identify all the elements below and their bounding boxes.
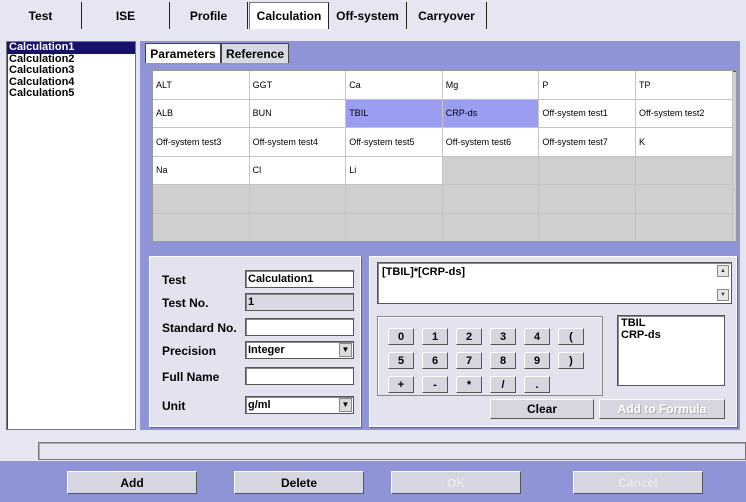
parameter-cell (636, 156, 733, 185)
clear-button[interactable]: Clear (490, 399, 594, 419)
list-item[interactable]: Calculation1 (7, 41, 135, 54)
tab-parameters[interactable]: Parameters (145, 43, 221, 63)
chevron-down-icon[interactable]: ▼ (339, 343, 352, 357)
formula-text: [TBIL]*[CRP-ds] (382, 266, 466, 278)
list-item[interactable]: Calculation5 (7, 87, 135, 100)
full-name-field[interactable] (245, 367, 354, 385)
parameter-cell[interactable]: ALT (153, 71, 250, 100)
key-6-button[interactable]: 6 (422, 352, 448, 369)
tab-test[interactable]: Test (0, 2, 82, 29)
key-3-button[interactable]: 3 (490, 328, 516, 345)
tab-off-system[interactable]: Off-system (329, 2, 407, 29)
parameter-cell (539, 156, 636, 185)
test-no-label: Test No. (162, 296, 209, 310)
parameter-cell[interactable]: Off-system test1 (539, 99, 636, 128)
parameter-cell (442, 156, 540, 185)
key-minus-button[interactable]: - (422, 376, 448, 393)
add-to-formula-button[interactable]: Add to Formula (599, 399, 725, 419)
keypad: 0 1 2 3 4 ( 5 6 7 8 9 ) + - * / . (377, 316, 603, 396)
delete-button[interactable]: Delete (234, 471, 364, 494)
parameter-cell (346, 213, 443, 241)
parameter-grid: ALT GGT Ca Mg P TP ALB BUN TBIL CRP-ds Off-system … (152, 70, 737, 242)
scroll-up-icon[interactable]: ▲ (717, 265, 729, 277)
parameter-cell[interactable]: Off-system test6 (442, 128, 540, 157)
parameter-cell[interactable]: Off-system test5 (346, 128, 443, 157)
key-8-button[interactable]: 8 (490, 352, 516, 369)
key-multiply-button[interactable]: * (456, 376, 482, 393)
chevron-down-icon[interactable]: ▼ (339, 398, 352, 412)
tab-ise[interactable]: ISE (82, 2, 170, 29)
key-close-paren-button[interactable]: ) (558, 352, 584, 369)
parameter-cell[interactable]: Li (346, 156, 443, 185)
parameter-cell[interactable]: CRP-ds (442, 99, 540, 128)
formula-item-list[interactable]: TBIL CRP-ds (617, 315, 725, 386)
status-bar (38, 442, 746, 460)
standard-no-label: Standard No. (162, 321, 237, 335)
add-button[interactable]: Add (67, 471, 197, 494)
parameter-cell[interactable]: Na (153, 156, 250, 185)
parameter-cell (636, 213, 733, 241)
parameter-cell[interactable]: TBIL (346, 99, 443, 128)
parameter-cell (249, 213, 347, 241)
scroll-down-icon[interactable]: ▼ (717, 289, 729, 301)
parameter-cell (442, 185, 540, 214)
parameter-cell[interactable]: P (539, 71, 636, 100)
parameter-cell[interactable]: Off-system test7 (539, 128, 636, 157)
tab-profile[interactable]: Profile (170, 2, 248, 29)
parameter-cell (153, 213, 250, 241)
unit-select[interactable]: g/ml ▼ (245, 396, 354, 414)
key-divide-button[interactable]: / (490, 376, 516, 393)
parameter-cell (442, 213, 540, 241)
parameter-cell (539, 185, 636, 214)
tab-calculation[interactable]: Calculation (249, 2, 329, 29)
cancel-button[interactable]: Cancel (573, 471, 703, 494)
parameter-cell (249, 185, 347, 214)
top-tab-bar: Test ISE Profile Calculation Off-system … (0, 0, 746, 29)
key-1-button[interactable]: 1 (422, 328, 448, 345)
list-item[interactable]: CRP-ds (621, 329, 721, 341)
precision-select[interactable]: Integer ▼ (245, 341, 354, 359)
parameter-cell[interactable]: Cl (249, 156, 347, 185)
parameter-cell[interactable]: Off-system test3 (153, 128, 250, 157)
test-field[interactable]: Calculation1 (245, 270, 354, 288)
parameter-cell[interactable]: TP (636, 71, 733, 100)
key-open-paren-button[interactable]: ( (558, 328, 584, 345)
parameter-cell[interactable]: K (636, 128, 733, 157)
test-label: Test (162, 273, 186, 287)
list-item[interactable]: TBIL (621, 317, 721, 329)
key-9-button[interactable]: 9 (524, 352, 550, 369)
parameter-cell[interactable]: ALB (153, 99, 250, 128)
precision-value: Integer (248, 344, 285, 356)
parameter-cell (636, 185, 733, 214)
key-4-button[interactable]: 4 (524, 328, 550, 345)
parameter-cell[interactable]: BUN (249, 99, 347, 128)
parameter-cell[interactable]: Off-system test4 (249, 128, 347, 157)
ok-button[interactable]: OK (391, 471, 521, 494)
parameter-cell[interactable]: Mg (442, 71, 540, 100)
tab-carryover[interactable]: Carryover (407, 2, 487, 29)
test-no-field: 1 (245, 293, 354, 311)
parameter-cell[interactable]: GGT (249, 71, 347, 100)
precision-label: Precision (162, 344, 217, 358)
parameter-cell[interactable]: Off-system test2 (636, 99, 733, 128)
key-7-button[interactable]: 7 (456, 352, 482, 369)
key-plus-button[interactable]: + (388, 376, 414, 393)
calculation-list[interactable]: Calculation1 Calculation2 Calculation3 C… (6, 41, 136, 430)
parameter-cell (153, 185, 250, 214)
list-item[interactable]: Calculation3 (7, 64, 135, 77)
formula-field[interactable]: [TBIL]*[CRP-ds] ▲ ▼ (377, 262, 732, 304)
parameter-cell (346, 185, 443, 214)
test-info-panel: Test Calculation1 Test No. 1 Standard No… (149, 256, 361, 427)
parameter-cell (539, 213, 636, 241)
key-0-button[interactable]: 0 (388, 328, 414, 345)
tab-reference[interactable]: Reference (221, 43, 289, 63)
unit-label: Unit (162, 399, 186, 413)
full-name-label: Full Name (162, 370, 220, 384)
parameter-cell[interactable]: Ca (346, 71, 443, 100)
key-2-button[interactable]: 2 (456, 328, 482, 345)
standard-no-field[interactable] (245, 318, 354, 336)
key-5-button[interactable]: 5 (388, 352, 414, 369)
key-dot-button[interactable]: . (524, 376, 550, 393)
unit-value: g/ml (248, 399, 271, 411)
